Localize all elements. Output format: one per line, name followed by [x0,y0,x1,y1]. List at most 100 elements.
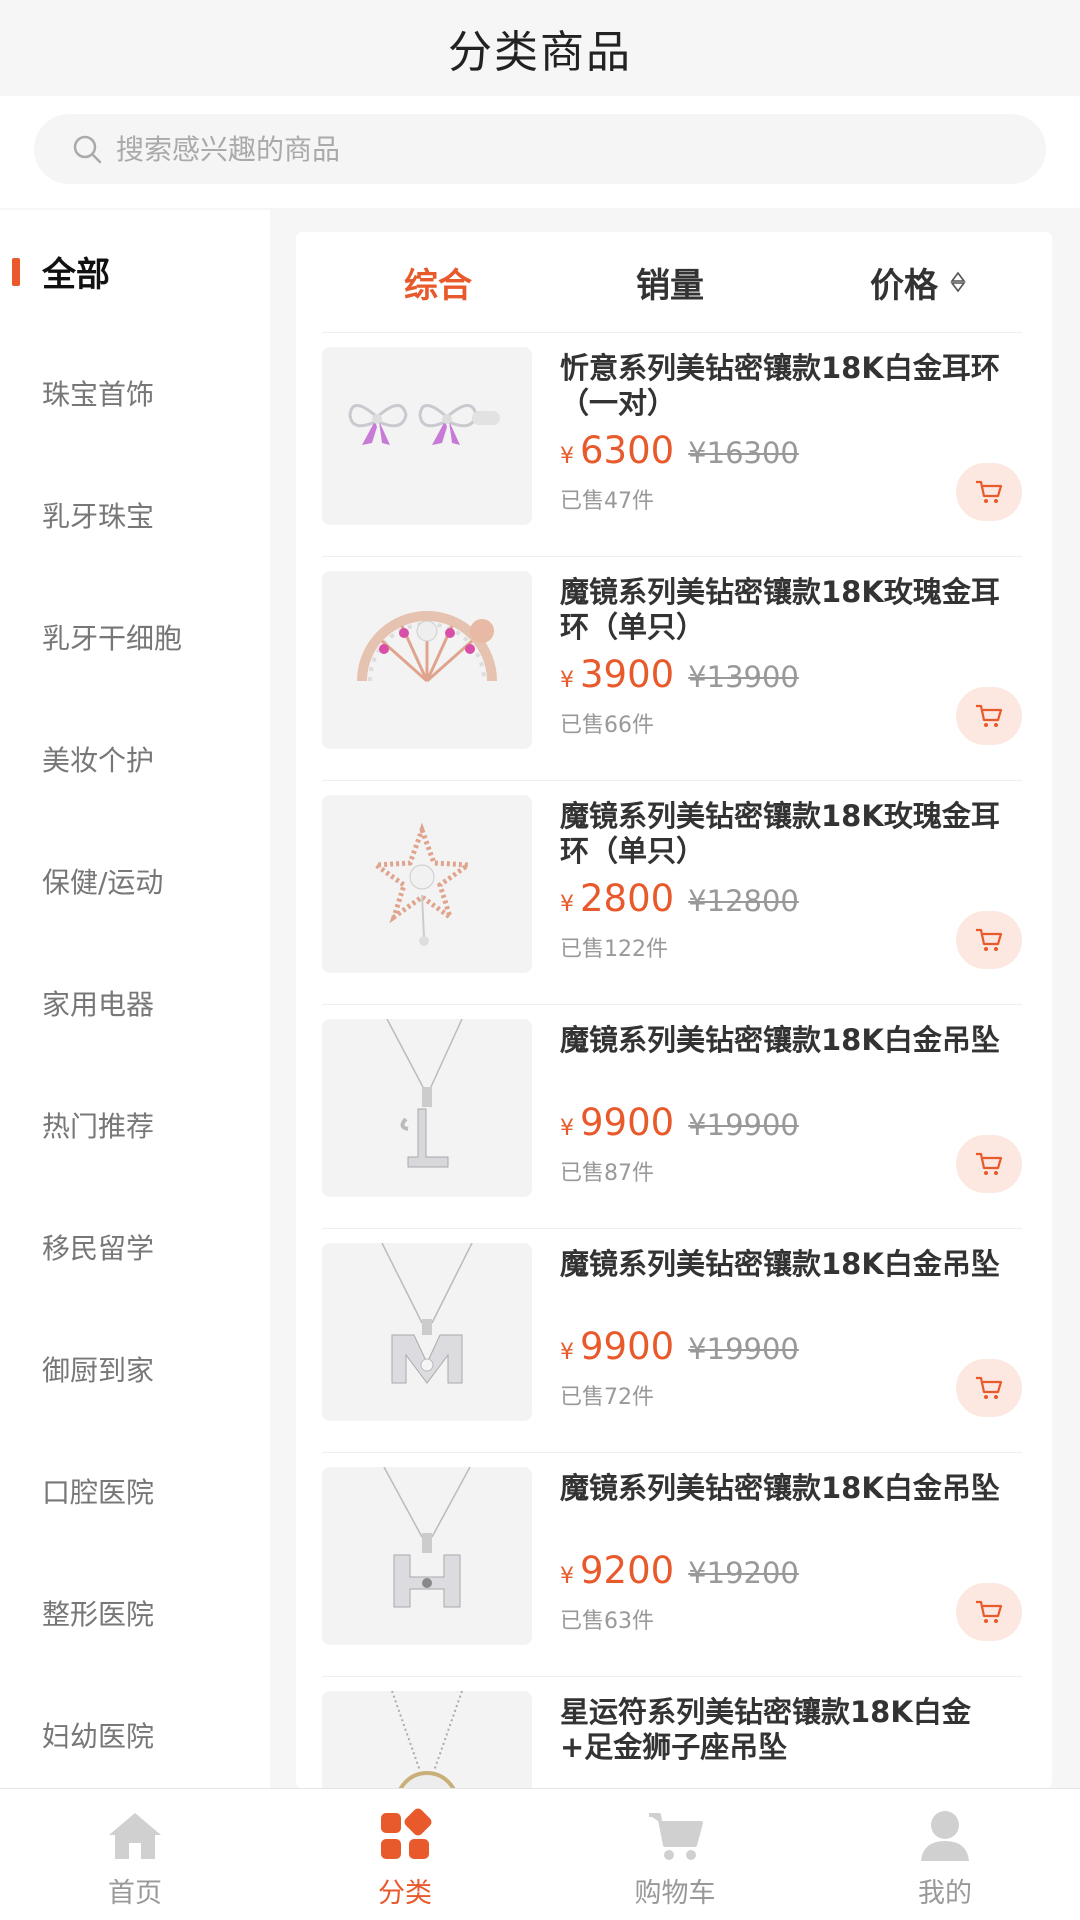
product-panel: 综合 销量 价格 忻意系列美钻密镶款18K白金耳环（一对） ¥ 6300 ¥16… [296,232,1052,1788]
sidebar-item-dental[interactable]: 口腔医院 [0,1430,270,1552]
product-name[interactable]: 魔镜系列美钻密镶款18K白金吊坠 [560,1247,1010,1282]
tab-cart[interactable]: 购物车 [540,1789,810,1920]
page-title: 分类商品 [448,27,632,78]
currency-symbol: ¥ [560,892,574,917]
sort-price[interactable]: 价格 [870,232,966,332]
cart-icon [976,704,1003,727]
sidebar-item-label: 全部 [42,254,110,295]
search-icon [72,134,102,164]
original-price: ¥19200 [688,1556,799,1590]
sidebar-item-stem-cells[interactable]: 乳牙干细胞 [0,576,270,698]
sidebar-item-label: 美妆个护 [42,744,155,777]
sort-comprehensive[interactable]: 综合 [404,232,472,332]
product-name[interactable]: 魔镜系列美钻密镶款18K白金吊坠 [560,1471,1010,1506]
tab-label: 购物车 [634,1878,716,1909]
product-name[interactable]: 魔镜系列美钻密镶款18K玫瑰金耳环（单只） [560,575,1010,645]
currency-symbol: ¥ [560,1564,574,1589]
price-row: ¥ 6300 ¥16300 [560,429,799,481]
original-price: ¥19900 [688,1332,799,1366]
add-to-cart-button[interactable] [956,911,1022,969]
price-row: ¥ 2800 ¥12800 [560,877,799,929]
top-header: 分类商品 [0,0,1080,96]
currency-symbol: ¥ [560,668,574,693]
sidebar-item-label: 妇幼医院 [42,1720,155,1753]
add-to-cart-button[interactable] [956,687,1022,745]
currency-symbol: ¥ [560,1340,574,1365]
tab-label: 分类 [378,1878,432,1909]
product-image[interactable] [322,1019,532,1197]
original-price: ¥12800 [688,884,799,918]
product-image[interactable] [322,347,532,525]
sidebar-item-label: 乳牙珠宝 [42,500,155,533]
sold-count: 已售66件 [560,713,654,738]
sidebar-item-plastic-surgery[interactable]: 整形医院 [0,1552,270,1674]
cart-icon [649,1813,703,1860]
tab-label: 我的 [918,1878,972,1909]
original-price: ¥19900 [688,1108,799,1142]
add-to-cart-button[interactable] [956,463,1022,521]
sort-arrows-icon [950,271,966,293]
product-item[interactable]: 魔镜系列美钻密镶款18K玫瑰金耳环（单只） ¥ 3900 ¥13900 已售66… [322,556,1022,780]
product-item[interactable]: 星运符系列美钻密镶款18K白金+足金狮子座吊坠 [322,1676,1022,1788]
product-item[interactable]: 忻意系列美钻密镶款18K白金耳环（一对） ¥ 6300 ¥16300 已售47件 [322,332,1022,556]
cart-icon [976,480,1003,503]
sidebar-item-chef[interactable]: 御厨到家 [0,1308,270,1430]
category-sidebar: 全部 珠宝首饰 乳牙珠宝 乳牙干细胞 美妆个护 保健/运动 家用电器 热门推荐 … [0,210,270,1788]
product-price: 6300 [580,429,675,472]
product-item[interactable]: 魔镜系列美钻密镶款18K白金吊坠 ¥ 9900 ¥19900 已售87件 [322,1004,1022,1228]
sidebar-item-label: 保健/运动 [42,866,164,899]
sidebar-item-all[interactable]: 全部 [0,210,270,332]
sidebar-item-label: 热门推荐 [42,1110,155,1143]
sort-sales[interactable]: 销量 [636,232,704,332]
currency-symbol: ¥ [560,444,574,469]
sidebar-item-label: 整形医院 [42,1598,155,1631]
sidebar-item-appliances[interactable]: 家用电器 [0,942,270,1064]
sidebar-item-label: 口腔医院 [42,1476,155,1509]
sidebar-item-jewelry[interactable]: 珠宝首饰 [0,332,270,454]
sidebar-item-beauty[interactable]: 美妆个护 [0,698,270,820]
product-name[interactable]: 星运符系列美钻密镶款18K白金+足金狮子座吊坠 [560,1695,1010,1765]
product-image[interactable] [322,1243,532,1421]
user-icon [921,1811,969,1861]
add-to-cart-button[interactable] [956,1359,1022,1417]
search-input[interactable] [116,132,916,166]
sidebar-item-baby-tooth-jewelry[interactable]: 乳牙珠宝 [0,454,270,576]
product-item[interactable]: 魔镜系列美钻密镶款18K白金吊坠 ¥ 9200 ¥19200 已售63件 [322,1452,1022,1676]
sidebar-item-label: 移民留学 [42,1232,155,1265]
product-name[interactable]: 魔镜系列美钻密镶款18K玫瑰金耳环（单只） [560,799,1010,869]
search-bar[interactable] [34,114,1046,184]
sidebar-item-maternity[interactable]: 妇幼医院 [0,1674,270,1788]
add-to-cart-button[interactable] [956,1583,1022,1641]
sold-count: 已售63件 [560,1609,654,1634]
sold-count: 已售72件 [560,1385,654,1410]
product-name[interactable]: 忻意系列美钻密镶款18K白金耳环（一对） [560,351,1010,421]
sidebar-item-immigration[interactable]: 移民留学 [0,1186,270,1308]
tab-category[interactable]: 分类 [270,1789,540,1920]
add-to-cart-button[interactable] [956,1135,1022,1193]
original-price: ¥16300 [688,436,799,470]
sort-price-label: 价格 [870,265,938,306]
sold-count: 已售122件 [560,937,668,962]
tab-home[interactable]: 首页 [0,1789,270,1920]
product-image[interactable] [322,1467,532,1645]
product-name[interactable]: 魔镜系列美钻密镶款18K白金吊坠 [560,1023,1010,1058]
product-item[interactable]: 魔镜系列美钻密镶款18K白金吊坠 ¥ 9900 ¥19900 已售72件 [322,1228,1022,1452]
product-price: 9900 [580,1325,675,1368]
original-price: ¥13900 [688,660,799,694]
sidebar-item-health[interactable]: 保健/运动 [0,820,270,942]
search-section [0,96,1080,208]
price-row: ¥ 9900 ¥19900 [560,1101,799,1153]
product-item[interactable]: 魔镜系列美钻密镶款18K玫瑰金耳环（单只） ¥ 2800 ¥12800 已售12… [322,780,1022,1004]
product-price: 2800 [580,877,675,920]
product-price: 3900 [580,653,675,696]
sold-count: 已售87件 [560,1161,654,1186]
sort-bar: 综合 销量 价格 [296,232,1052,332]
sidebar-item-hot[interactable]: 热门推荐 [0,1064,270,1186]
product-image[interactable] [322,571,532,749]
currency-symbol: ¥ [560,1116,574,1141]
product-image[interactable] [322,1691,532,1788]
product-image[interactable] [322,795,532,973]
active-indicator [12,258,20,286]
tab-profile[interactable]: 我的 [810,1789,1080,1920]
tab-label: 首页 [108,1878,162,1909]
